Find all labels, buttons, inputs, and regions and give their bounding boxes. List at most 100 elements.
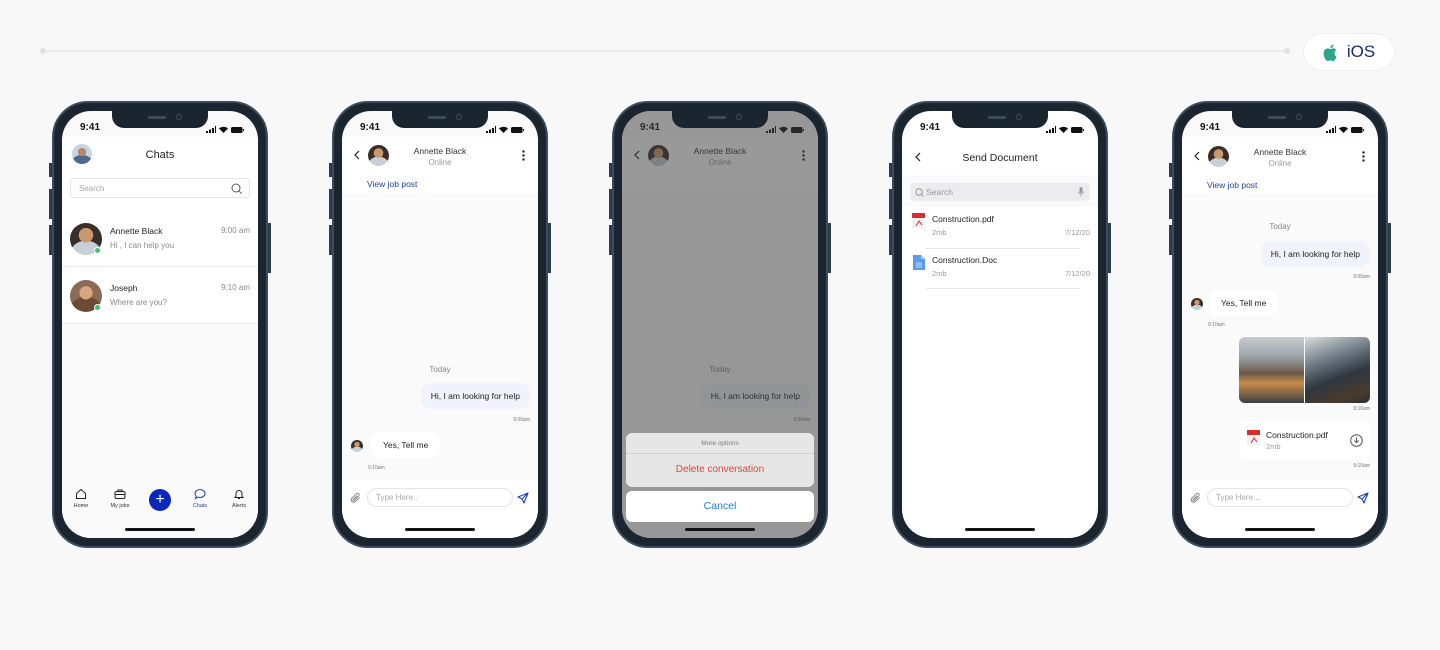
tab-chats[interactable]: Chats bbox=[182, 488, 218, 509]
side-button bbox=[329, 225, 332, 255]
contact-name: Annette Black bbox=[1253, 147, 1307, 157]
side-button bbox=[609, 163, 612, 177]
side-button bbox=[889, 189, 892, 219]
contact-name: Joseph bbox=[110, 283, 138, 293]
image-attachments[interactable] bbox=[1239, 337, 1370, 403]
side-button bbox=[49, 225, 52, 255]
phone-chats-list: 9:41 Chats Search Annette Black Hi , I c… bbox=[49, 101, 271, 548]
phone-conversation: 9:41 Annette Black Online View job post … bbox=[329, 101, 551, 548]
wifi-icon bbox=[219, 126, 228, 133]
view-job-post-link[interactable]: View job post bbox=[1207, 180, 1257, 190]
phone-send-document: 9:41 Send Document Search Construction.p… bbox=[889, 101, 1111, 548]
screen-action-sheet: 9:41 Annette Black Online Today Hi, I am… bbox=[622, 111, 818, 538]
last-message: Hi , I can help you bbox=[110, 241, 175, 250]
file-attachment[interactable]: Construction.pdf 2mb bbox=[1240, 421, 1370, 460]
power-button bbox=[1108, 223, 1111, 273]
page-title: Send Document bbox=[962, 152, 1038, 164]
signal-icon bbox=[486, 126, 496, 133]
tab-home[interactable]: Home bbox=[63, 488, 99, 509]
day-separator: Today bbox=[429, 365, 451, 374]
message-time: 9:00am bbox=[513, 417, 530, 423]
search-icon[interactable] bbox=[231, 183, 242, 194]
action-sheet-title: More options bbox=[626, 433, 814, 454]
power-button bbox=[548, 223, 551, 273]
tab-alerts[interactable]: Alerts bbox=[221, 488, 257, 509]
conversation-header: Annette Black Online View job post bbox=[342, 137, 538, 193]
document-list-item[interactable]: Construction.Doc 2mb 7/12/20 bbox=[902, 249, 1098, 289]
attachment-name: Construction.pdf bbox=[1266, 430, 1328, 440]
more-options-icon[interactable] bbox=[522, 150, 525, 161]
home-indicator bbox=[685, 528, 755, 531]
attachment-icon[interactable] bbox=[350, 492, 361, 504]
side-button bbox=[1169, 163, 1172, 177]
tab-my-jobs[interactable]: My jobs bbox=[102, 488, 138, 509]
notch bbox=[112, 111, 208, 128]
home-indicator bbox=[125, 528, 195, 531]
status-time: 9:41 bbox=[920, 122, 941, 133]
side-button bbox=[889, 163, 892, 177]
contact-name: Annette Black bbox=[413, 146, 467, 156]
power-button bbox=[828, 223, 831, 273]
building-photo[interactable] bbox=[1305, 337, 1370, 403]
view-job-post-link[interactable]: View job post bbox=[367, 179, 417, 189]
pdf-file-icon bbox=[1247, 430, 1260, 445]
online-indicator bbox=[94, 304, 101, 311]
message-time: 9:00 am bbox=[221, 226, 250, 235]
message-input[interactable]: Type Here... bbox=[1207, 488, 1353, 507]
send-icon[interactable] bbox=[517, 492, 529, 504]
chat-list-item[interactable]: Joseph Where are you? 9:10 am bbox=[62, 268, 258, 324]
city-photo[interactable] bbox=[1239, 337, 1304, 403]
input-placeholder: Type Here.. bbox=[376, 493, 418, 502]
message-time: 9:10am bbox=[1353, 406, 1370, 412]
chats-header: Chats bbox=[62, 137, 258, 177]
timeline-start-dot bbox=[40, 48, 46, 54]
search-icon bbox=[915, 188, 924, 197]
tab-label: My jobs bbox=[110, 503, 130, 509]
download-icon[interactable] bbox=[1350, 434, 1363, 447]
new-post-button[interactable]: + bbox=[149, 489, 171, 511]
screen-send-document: 9:41 Send Document Search Construction.p… bbox=[902, 111, 1098, 538]
battery-icon bbox=[231, 126, 244, 133]
wifi-icon bbox=[499, 126, 508, 133]
send-document-header: Send Document bbox=[902, 137, 1098, 173]
doc-file-icon bbox=[913, 255, 925, 270]
chat-list-item[interactable]: Annette Black Hi , I can help you 9:00 a… bbox=[62, 211, 258, 267]
message-time: 9:10am bbox=[368, 465, 385, 471]
document-list-item[interactable]: Construction.pdf 2mb 7/12/20 bbox=[902, 209, 1098, 249]
contact-status: Online bbox=[1268, 159, 1292, 168]
home-indicator bbox=[1245, 528, 1315, 531]
side-button bbox=[329, 163, 332, 177]
home-indicator bbox=[965, 528, 1035, 531]
input-placeholder: Type Here... bbox=[1216, 493, 1260, 502]
message-input[interactable]: Type Here.. bbox=[367, 488, 513, 507]
side-button bbox=[889, 225, 892, 255]
online-indicator bbox=[94, 247, 101, 254]
attachment-icon[interactable] bbox=[1190, 492, 1201, 504]
sender-avatar bbox=[1191, 298, 1203, 310]
file-size: 2mb bbox=[932, 269, 947, 278]
timeline-end-dot bbox=[1284, 48, 1290, 54]
file-name: Construction.pdf bbox=[932, 214, 994, 224]
incoming-message: Yes, Tell me bbox=[1209, 290, 1279, 316]
delete-conversation-button[interactable]: Delete conversation bbox=[626, 454, 814, 487]
phone-action-sheet: 9:41 Annette Black Online Today Hi, I am… bbox=[609, 101, 831, 548]
attachment-size: 2mb bbox=[1266, 442, 1281, 451]
search-placeholder: Search bbox=[79, 184, 105, 193]
sender-avatar bbox=[351, 440, 363, 452]
briefcase-icon bbox=[114, 489, 126, 499]
side-button bbox=[1169, 189, 1172, 219]
document-search-input[interactable]: Search bbox=[910, 183, 1090, 201]
search-input[interactable]: Search bbox=[70, 178, 250, 198]
status-time: 9:41 bbox=[360, 122, 381, 133]
signal-icon bbox=[206, 126, 216, 133]
message-time: 9:10am bbox=[1353, 463, 1370, 469]
microphone-icon[interactable] bbox=[1078, 187, 1084, 197]
send-icon[interactable] bbox=[1357, 492, 1369, 504]
signal-icon bbox=[1046, 126, 1056, 133]
contact-status: Online bbox=[428, 158, 452, 167]
search-placeholder: Search bbox=[926, 187, 953, 197]
more-options-icon[interactable] bbox=[1362, 151, 1365, 162]
cancel-button[interactable]: Cancel bbox=[626, 491, 814, 522]
message-time: 9:00am bbox=[1353, 274, 1370, 280]
tab-label: Chats bbox=[192, 503, 208, 509]
